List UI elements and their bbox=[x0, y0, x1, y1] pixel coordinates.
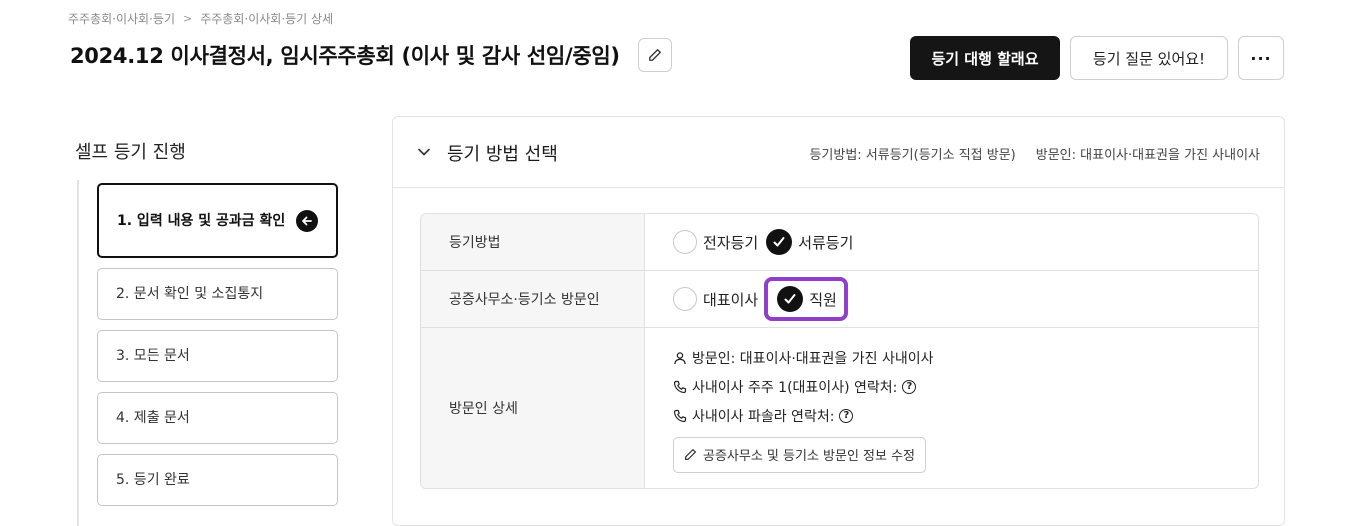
panel-header[interactable]: 등기 방법 선택 등기방법: 서류등기(등기소 직접 방문) 방문인: 대표이사… bbox=[393, 117, 1284, 188]
panel-title: 등기 방법 선택 bbox=[447, 144, 558, 165]
radio-unchecked-icon bbox=[673, 230, 697, 254]
radio-document[interactable]: 서류등기 bbox=[766, 229, 853, 255]
title-row: 2024.12 이사결정서, 임시주주총회 (이사 및 감사 선임/중임) bbox=[70, 38, 672, 72]
pencil-icon bbox=[685, 449, 696, 460]
panel-summary: 등기방법: 서류등기(등기소 직접 방문) 방문인: 대표이사·대표권을 가진 … bbox=[809, 144, 1260, 163]
detail-content: 방문인: 대표이사·대표권을 가진 사내이사 사내이사 주주 1(대표이사) 연… bbox=[645, 328, 1258, 488]
header-actions: 등기 대행 할래요 등기 질문 있어요! ··· bbox=[910, 36, 1284, 80]
step-label: 2. 문서 확인 및 소집통지 bbox=[116, 286, 264, 302]
step-label: 5. 등기 완료 bbox=[116, 472, 190, 488]
sidebar-title: 셀프 등기 진행 bbox=[75, 142, 186, 163]
visitor-label: 공증사무소·등기소 방문인 bbox=[421, 271, 645, 327]
radio-label: 서류등기 bbox=[798, 233, 854, 252]
visitor-row: 공증사무소·등기소 방문인 대표이사 직원 bbox=[421, 271, 1258, 328]
edit-title-button[interactable] bbox=[637, 38, 672, 72]
pencil-icon bbox=[648, 49, 661, 61]
contact-text-2: 사내이사 파솔라 연락처: bbox=[692, 409, 835, 425]
radio-unchecked-icon bbox=[673, 287, 697, 311]
chevron-down-icon[interactable] bbox=[417, 145, 431, 159]
more-button[interactable]: ··· bbox=[1238, 36, 1284, 80]
more-dots-icon: ··· bbox=[1250, 48, 1272, 68]
step-label: 3. 모든 문서 bbox=[116, 348, 190, 364]
phone-icon bbox=[673, 409, 687, 423]
visitor-options: 대표이사 직원 bbox=[645, 271, 1258, 327]
arrow-left-icon bbox=[296, 209, 318, 232]
summary-method: 등기방법: 서류등기(등기소 직접 방문) bbox=[809, 148, 1016, 163]
method-row: 등기방법 전자등기 서류등기 bbox=[421, 214, 1258, 271]
breadcrumb-separator: > bbox=[183, 12, 193, 25]
phone-icon bbox=[673, 380, 687, 394]
summary-visitor: 방문인: 대표이사·대표권을 가진 사내이사 bbox=[1035, 148, 1260, 163]
radio-label: 대표이사 bbox=[703, 290, 759, 309]
visitor-text: 방문인: 대표이사·대표권을 가진 사내이사 bbox=[692, 351, 934, 367]
radio-electronic[interactable]: 전자등기 bbox=[673, 230, 758, 254]
radio-checked-icon bbox=[777, 286, 804, 312]
method-options: 전자등기 서류등기 bbox=[645, 214, 1258, 270]
person-icon bbox=[674, 352, 686, 365]
breadcrumb: 주주총회·이사회·등기 > 주주총회·이사회·등기 상세 bbox=[68, 10, 333, 27]
step-2[interactable]: 2. 문서 확인 및 소집통지 bbox=[97, 268, 338, 320]
edit-visitor-info-label: 공증사무소 및 등기소 방문인 정보 수정 bbox=[703, 449, 916, 464]
contact-text-1: 사내이사 주주 1(대표이사) 연락처: bbox=[692, 380, 898, 396]
step-4[interactable]: 4. 제출 문서 bbox=[97, 392, 338, 444]
page-title: 2024.12 이사결정서, 임시주주총회 (이사 및 감사 선임/중임) bbox=[70, 44, 620, 68]
step-label: 4. 제출 문서 bbox=[116, 410, 190, 426]
contact-line-2: 사내이사 파솔라 연락처: ? bbox=[673, 402, 854, 431]
registration-method-panel: 등기 방법 선택 등기방법: 서류등기(등기소 직접 방문) 방문인: 대표이사… bbox=[392, 116, 1285, 526]
detail-label: 방문인 상세 bbox=[421, 328, 645, 488]
method-label: 등기방법 bbox=[421, 214, 645, 270]
detail-row: 방문인 상세 방문인: 대표이사·대표권을 가진 사내이사 사내이사 주주 1(… bbox=[421, 328, 1258, 488]
help-icon[interactable]: ? bbox=[839, 409, 854, 423]
radio-label: 직원 bbox=[809, 290, 837, 309]
request-agency-button[interactable]: 등기 대행 할래요 bbox=[910, 36, 1060, 80]
sidebar-timeline bbox=[77, 180, 79, 526]
radio-employee[interactable]: 직원 bbox=[764, 277, 848, 321]
breadcrumb-item-current: 주주총회·이사회·등기 상세 bbox=[200, 12, 334, 26]
ask-question-button[interactable]: 등기 질문 있어요! bbox=[1070, 36, 1228, 80]
step-3[interactable]: 3. 모든 문서 bbox=[97, 330, 338, 382]
radio-label: 전자등기 bbox=[703, 233, 759, 252]
visitor-line: 방문인: 대표이사·대표권을 가진 사내이사 bbox=[673, 344, 933, 373]
form-table: 등기방법 전자등기 서류등기 공증사무소·등기소 방문인 대표이사 직원 방문인… bbox=[420, 213, 1259, 489]
step-5[interactable]: 5. 등기 완료 bbox=[97, 454, 338, 506]
step-1[interactable]: 1. 입력 내용 및 공과금 확인 bbox=[97, 183, 338, 258]
edit-visitor-info-button[interactable]: 공증사무소 및 등기소 방문인 정보 수정 bbox=[673, 436, 927, 473]
help-icon[interactable]: ? bbox=[902, 380, 917, 394]
contact-line-1: 사내이사 주주 1(대표이사) 연락처: ? bbox=[673, 373, 917, 402]
radio-representative[interactable]: 대표이사 bbox=[673, 287, 758, 311]
breadcrumb-item-parent[interactable]: 주주총회·이사회·등기 bbox=[68, 10, 175, 27]
radio-checked-icon bbox=[766, 229, 793, 255]
step-label: 1. 입력 내용 및 공과금 확인 bbox=[117, 212, 286, 229]
